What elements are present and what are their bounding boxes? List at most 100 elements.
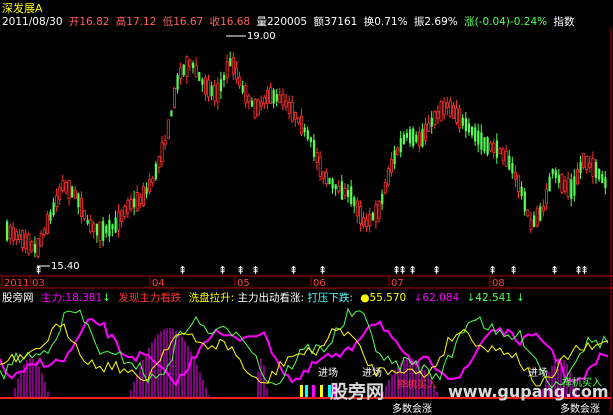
candle-body — [105, 225, 108, 234]
candle-body — [533, 215, 536, 228]
candle-body — [492, 143, 496, 153]
candle-body — [203, 77, 207, 95]
candle-body — [439, 101, 443, 122]
candle-body — [461, 117, 464, 126]
candle-body — [64, 182, 68, 193]
candle-body — [393, 150, 396, 164]
candle-body — [595, 161, 598, 179]
candle-body — [296, 117, 300, 124]
candle-body — [166, 119, 170, 139]
candle-body — [163, 140, 167, 146]
signal-arrow-marker: ⇞ — [432, 264, 441, 277]
signal-arrow-marker: ⇞ — [580, 264, 589, 277]
signal-arrow-marker: ⇞ — [289, 264, 298, 277]
candle-body — [474, 127, 477, 142]
candle-body — [604, 177, 607, 189]
candle-body — [188, 59, 192, 67]
candle-body — [225, 61, 229, 79]
candle-body — [198, 71, 201, 82]
candle-body — [269, 87, 273, 104]
signal-arrow-marker: ⇞ — [550, 264, 559, 277]
candle-body — [383, 182, 387, 194]
candle-body — [213, 85, 217, 102]
signal-arrow-marker: ⇞ — [408, 264, 417, 277]
candle-body — [256, 99, 260, 116]
annotation-buy-2: 择机买入 — [562, 378, 602, 389]
candle-body — [381, 193, 384, 205]
candle-body — [272, 89, 275, 104]
candle-body — [563, 180, 567, 192]
candle-body — [560, 174, 564, 193]
candle-body — [89, 219, 93, 233]
candle-body — [287, 102, 291, 114]
candle-body — [83, 210, 87, 220]
candle-body — [229, 58, 232, 66]
candle-body — [179, 67, 183, 80]
indicator-header: 股旁网 主力:18.381↓ 发现主力看跌 洗盘拉升: 主力出动看涨: 打压下跌… — [2, 292, 525, 304]
low-mark-label: 15.40 — [51, 261, 80, 272]
indicator-block — [320, 385, 323, 397]
candle-body — [362, 217, 366, 227]
candle-body — [253, 98, 257, 119]
candle-body — [172, 88, 176, 108]
candle-body — [548, 176, 551, 192]
candle-body — [185, 56, 189, 77]
candle-body — [201, 79, 204, 85]
candle-body — [343, 187, 347, 196]
candle-body — [223, 74, 226, 81]
candle-body — [157, 156, 161, 168]
candle-body — [160, 142, 164, 163]
candle-body — [489, 142, 493, 152]
candle-body — [247, 95, 251, 103]
candle-body — [73, 190, 77, 199]
candle-body — [210, 85, 213, 97]
candle-body — [30, 241, 34, 252]
candle-body — [11, 227, 15, 241]
candle-body — [353, 197, 356, 207]
annotation-enter-3: 进场 — [528, 368, 548, 379]
candle-body — [176, 75, 179, 90]
candle-body — [275, 93, 278, 102]
out-label: 主力出动看涨: — [237, 292, 305, 304]
candle-body — [598, 168, 601, 180]
candle-body — [293, 112, 297, 120]
candle-body — [517, 175, 521, 192]
signal-arrow-marker: ⇞ — [488, 264, 497, 277]
x-tick-label: 03 — [32, 278, 45, 289]
candle-body — [300, 115, 304, 135]
candle-body — [6, 221, 9, 241]
candle-body — [151, 177, 155, 184]
candle-body — [312, 139, 316, 157]
candle-body — [154, 163, 157, 180]
candle-body — [108, 219, 111, 237]
candle-body — [67, 180, 71, 200]
candle-body — [324, 172, 328, 184]
candle-body — [55, 194, 59, 208]
candle-body — [86, 219, 89, 224]
candle-body — [290, 102, 294, 122]
candle-body — [337, 186, 341, 192]
candle-body — [545, 188, 549, 205]
candle-body — [331, 179, 334, 189]
candle-body — [588, 162, 592, 168]
candle-body — [377, 201, 381, 219]
candle-body — [8, 225, 12, 240]
candle-body — [433, 111, 437, 125]
candle-body — [98, 221, 102, 242]
candle-body — [417, 132, 421, 147]
candle-body — [585, 155, 589, 170]
signal-arrow-marker: ⇞ — [318, 264, 327, 277]
candle-body — [504, 150, 508, 167]
value-1: 55.570 — [369, 292, 407, 304]
candle-body — [244, 85, 248, 104]
candle-body — [557, 174, 560, 183]
candle-body — [133, 198, 136, 208]
candle-body — [455, 107, 459, 123]
candle-body — [39, 233, 43, 247]
candle-body — [117, 211, 121, 231]
candle-body — [265, 90, 269, 104]
candle-body — [347, 190, 350, 197]
candle-body — [259, 101, 263, 107]
candle-body — [483, 137, 486, 152]
candle-body — [234, 67, 238, 80]
